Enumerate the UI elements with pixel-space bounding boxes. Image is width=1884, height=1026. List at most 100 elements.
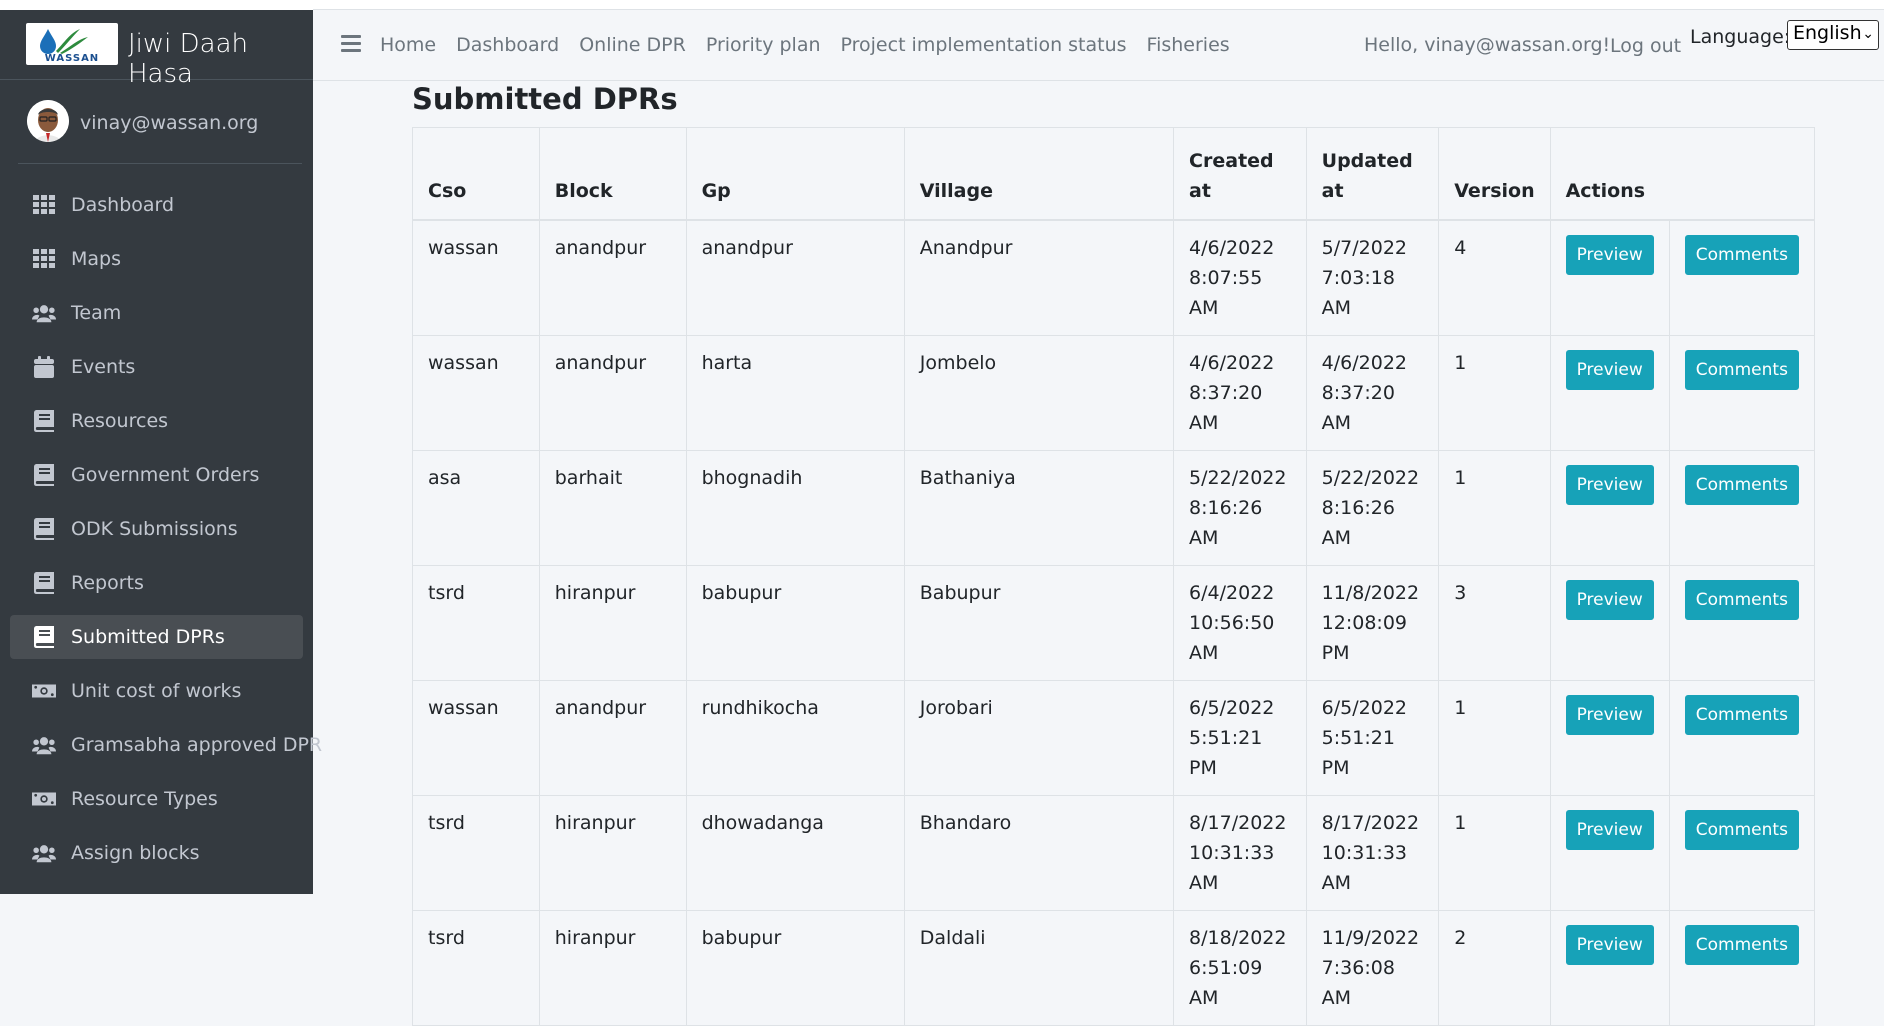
language-select[interactable]: English ⌄: [1787, 20, 1879, 50]
top-navbar: Home Dashboard Online DPR Priority plan …: [313, 10, 1884, 81]
top-strip: [313, 0, 1884, 10]
nav-link-fisheries[interactable]: Fisheries: [1147, 34, 1230, 56]
sidebar-item-government-orders[interactable]: Government Orders: [10, 453, 303, 497]
sidebar-item-resource-types[interactable]: Resource Types: [10, 777, 303, 821]
nav-link-priority-plan[interactable]: Priority plan: [706, 34, 821, 56]
cell-created-at: 6/5/2022 5:51:21 PM: [1173, 679, 1307, 796]
sidebar-item-unit-cost-of-works[interactable]: Unit cost of works: [10, 669, 303, 713]
cell-version: 3: [1438, 564, 1551, 681]
comments-button[interactable]: Comments: [1684, 924, 1799, 965]
preview-button[interactable]: Preview: [1565, 809, 1654, 850]
cell-preview-action: Preview: [1549, 219, 1670, 336]
sidebar-item-label: Submitted DPRs: [71, 626, 225, 648]
preview-button[interactable]: Preview: [1565, 349, 1654, 390]
sidebar-top-strip: [0, 0, 313, 10]
preview-button[interactable]: Preview: [1565, 464, 1654, 505]
user-panel[interactable]: vinay@wassan.org: [18, 80, 302, 164]
cell-created-at: 8/17/2022 10:31:33 AM: [1173, 794, 1307, 911]
cell-block: hiranpur: [538, 794, 687, 911]
cell-preview-action: Preview: [1549, 679, 1670, 796]
cell-village: Anandpur: [903, 219, 1175, 336]
users-icon: [32, 734, 56, 756]
preview-button[interactable]: Preview: [1565, 924, 1654, 965]
cell-version: 1: [1438, 334, 1551, 451]
cell-comments-action: Comments: [1668, 909, 1816, 1026]
sidebar-item-label: Government Orders: [71, 464, 260, 486]
comments-button[interactable]: Comments: [1684, 464, 1799, 505]
sidebar-item-reports[interactable]: Reports: [10, 561, 303, 605]
cell-village: Daldali: [903, 909, 1175, 1026]
sidebar-item-odk-submissions[interactable]: ODK Submissions: [10, 507, 303, 551]
hamburger-menu-icon[interactable]: [341, 35, 361, 53]
cell-version: 1: [1438, 679, 1551, 796]
users-icon: [32, 842, 56, 864]
column-header-block: Block: [538, 127, 687, 221]
cell-block: barhait: [538, 449, 687, 566]
cell-preview-action: Preview: [1549, 909, 1670, 1026]
cell-comments-action: Comments: [1668, 334, 1816, 451]
chevron-down-icon: ⌄: [1862, 26, 1874, 42]
cell-comments-action: Comments: [1668, 449, 1816, 566]
brand-link[interactable]: WASSAN Jiwi Daah Hasa: [0, 10, 313, 89]
preview-button[interactable]: Preview: [1565, 579, 1654, 620]
sidebar-item-label: ODK Submissions: [71, 518, 238, 540]
user-greeting[interactable]: Hello, vinay@wassan.org!: [1364, 34, 1610, 56]
nav-link-dashboard[interactable]: Dashboard: [456, 34, 559, 56]
cell-created-at: 4/6/2022 8:07:55 AM: [1173, 219, 1307, 336]
cell-village: Bathaniya: [903, 449, 1175, 566]
comments-button[interactable]: Comments: [1684, 349, 1799, 390]
comments-button[interactable]: Comments: [1684, 694, 1799, 735]
page-title: Submitted DPRs: [412, 82, 678, 116]
cell-gp: bhognadih: [685, 449, 905, 566]
comments-button[interactable]: Comments: [1684, 579, 1799, 620]
sidebar-item-label: Unit cost of works: [71, 680, 242, 702]
cell-village: Jombelo: [903, 334, 1175, 451]
money-icon: [32, 680, 56, 702]
sidebar-item-maps[interactable]: Maps: [10, 237, 303, 281]
sidebar-item-resources[interactable]: Resources: [10, 399, 303, 443]
comments-button[interactable]: Comments: [1684, 234, 1799, 275]
table-row: tsrd hiranpur dhowadanga Bhandaro 8/17/2022 …: [412, 794, 1816, 911]
sidebar-item-submitted-dprs[interactable]: Submitted DPRs: [10, 615, 303, 659]
cell-village: Jorobari: [903, 679, 1175, 796]
column-header-gp: Gp: [685, 127, 905, 221]
cell-updated-at: 11/8/2022 12:08:09 PM: [1305, 564, 1440, 681]
logout-link[interactable]: Log out: [1610, 35, 1681, 57]
table-row: wassan anandpur anandpur Anandpur 4/6/2022 8…: [412, 219, 1816, 336]
nav-link-online-dpr[interactable]: Online DPR: [579, 34, 686, 56]
cell-updated-at: 6/5/2022 5:51:21 PM: [1305, 679, 1440, 796]
cell-version: 2: [1438, 909, 1551, 1026]
preview-button[interactable]: Preview: [1565, 234, 1654, 275]
cell-village: Babupur: [903, 564, 1175, 681]
sidebar: WASSAN Jiwi Daah Hasa vinay@wassan.org D…: [0, 0, 322, 894]
cell-created-at: 6/4/2022 10:56:50 AM: [1173, 564, 1307, 681]
sidebar-item-label: Team: [71, 302, 122, 324]
table-header-row: Cso Block Gp Village Created at Updated …: [412, 127, 1816, 221]
cell-comments-action: Comments: [1668, 564, 1816, 681]
cell-cso: asa: [412, 449, 540, 566]
preview-button[interactable]: Preview: [1565, 694, 1654, 735]
column-header-cso: Cso: [412, 127, 540, 221]
cell-block: hiranpur: [538, 909, 687, 1026]
cell-gp: rundhikocha: [685, 679, 905, 796]
column-header-actions: Actions: [1549, 127, 1816, 221]
sidebar-item-gramsabha-approved-dpr[interactable]: Gramsabha approved DPR: [10, 723, 322, 767]
nav-link-home[interactable]: Home: [380, 34, 436, 56]
sidebar-item-dashboard[interactable]: Dashboard: [10, 183, 303, 227]
cell-version: 1: [1438, 794, 1551, 911]
cell-comments-action: Comments: [1668, 219, 1816, 336]
book-icon: [32, 626, 56, 648]
sidebar-item-assign-blocks[interactable]: Assign blocks: [10, 831, 303, 875]
comments-button[interactable]: Comments: [1684, 809, 1799, 850]
cell-block: anandpur: [538, 679, 687, 796]
sidebar-item-label: Dashboard: [71, 194, 175, 216]
sidebar-item-team[interactable]: Team: [10, 291, 303, 335]
cell-cso: tsrd: [412, 564, 540, 681]
cell-block: hiranpur: [538, 564, 687, 681]
cell-gp: anandpur: [685, 219, 905, 336]
sidebar-item-events[interactable]: Events: [10, 345, 303, 389]
language-label: Language:: [1690, 26, 1791, 48]
cell-preview-action: Preview: [1549, 564, 1670, 681]
table-row: tsrd hiranpur babupur Daldali 8/18/2022 6:51…: [412, 909, 1816, 1026]
nav-link-project-implementation-status[interactable]: Project implementation status: [841, 34, 1127, 56]
